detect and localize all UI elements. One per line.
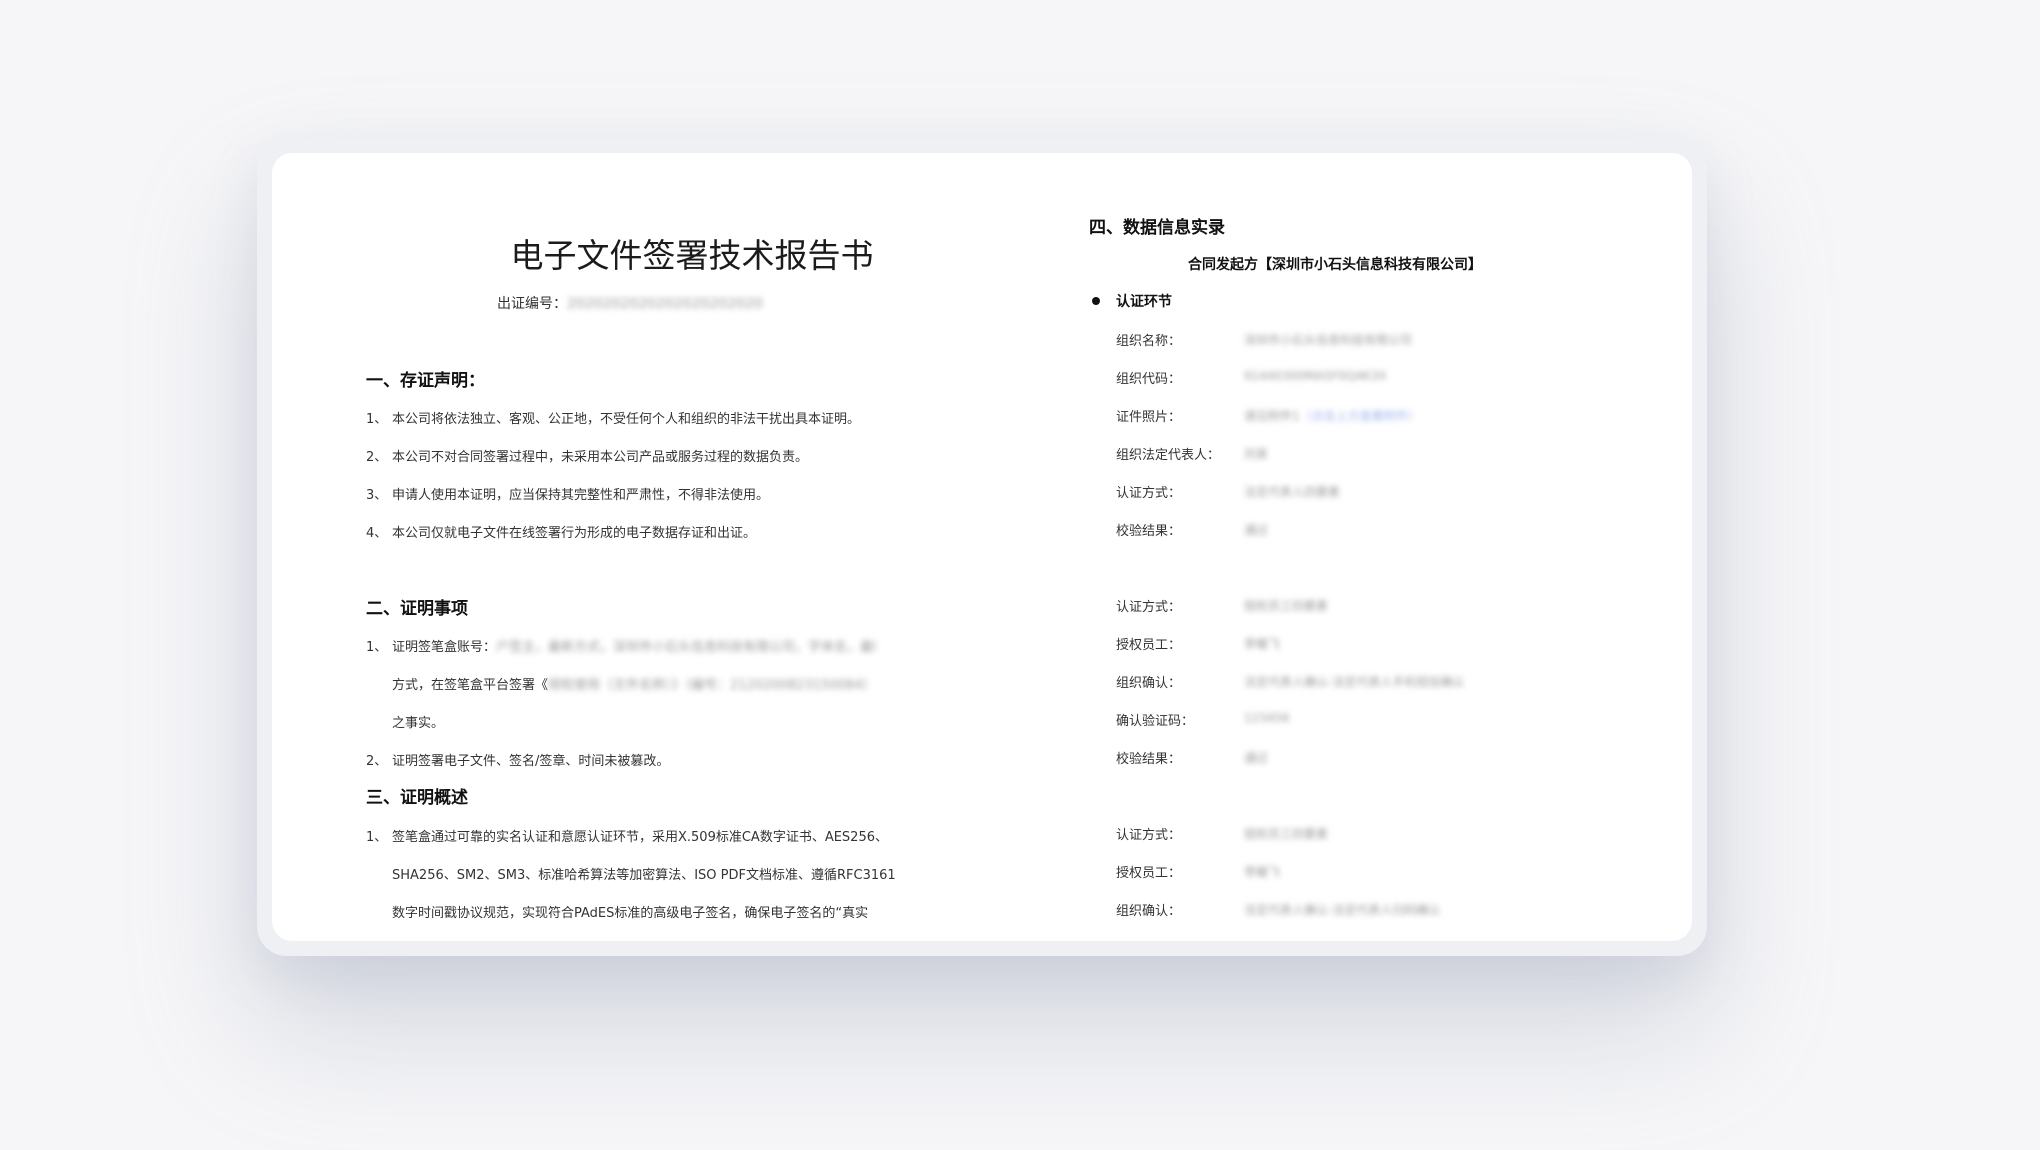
list-item-continuation: 数字时间戳协议规范，实现符合PAdES标准的高级电子签名，确保电子签名的“真实 — [392, 906, 869, 921]
field-value: 法定代表人确认-法定代表人手机短信确认 — [1244, 675, 1465, 689]
report-title: 电子文件签署技术报告书 — [510, 236, 874, 275]
field-label: 认证方式： — [1116, 600, 1182, 615]
field-label: 授权员工： — [1116, 638, 1182, 653]
field-label: 组织代码： — [1116, 372, 1182, 387]
field-value: 123456 — [1244, 711, 1290, 725]
bullet-dot — [1092, 297, 1100, 305]
list-item-text: 本公司将依法独立、客观、公正地，不受任何个人和组织的非法干扰出具本证明。 — [392, 412, 861, 427]
field-value: 刘某 — [1244, 447, 1269, 461]
field-value: 李耀飞 — [1244, 637, 1281, 651]
section-matters-title: 二、证明事项 — [366, 599, 468, 619]
field-value: 91440300MA5F0Q4K3X — [1244, 369, 1387, 383]
list-item-text: 本公司不对合同签署过程中，未采用本公司产品或服务过程的数据负责。 — [392, 450, 809, 465]
certificate-number: 出证编号：2020202020202020202020 — [497, 293, 763, 313]
redacted-account: 户签主，最新方式，深圳市小石头信息科技有限公司，字体名，最新 — [496, 640, 877, 655]
list-item-text: 签笔盒通过可靠的实名认证和意愿认证环节，采用X.509标准CA数字证书、AES2… — [392, 830, 888, 845]
field-value: 授权员工四要素 — [1244, 827, 1329, 841]
field-label: 认证方式： — [1116, 828, 1182, 843]
field-label: 证件照片： — [1116, 410, 1182, 425]
attachment-reference: 请见附件1 — [1244, 409, 1300, 423]
field-value: 通过 — [1244, 751, 1269, 765]
field-label: 组织法定代表人： — [1116, 448, 1221, 463]
field-label: 确认验证码： — [1116, 714, 1195, 729]
field-value: 请见附件1（点击上方查看附件） — [1244, 407, 1420, 424]
field-label: 授权员工： — [1116, 866, 1182, 881]
document-card: 电子文件签署技术报告书 出证编号：2020202020202020202020 … — [272, 153, 1692, 941]
list-item-text: 本公司仅就电子文件在线签署行为形成的电子数据存证和出证。 — [392, 526, 757, 541]
list-item-continuation: 之事实。 — [392, 716, 445, 731]
list-item-number: 3、 — [366, 488, 388, 503]
list-item-number: 2、 — [366, 754, 388, 769]
list-item-text: 证明签笔盒账号：户签主，最新方式，深圳市小石头信息科技有限公司，字体名，最新 — [392, 636, 876, 655]
account-label: 证明签笔盒账号： — [392, 640, 497, 655]
field-label: 组织确认： — [1116, 904, 1182, 919]
certificate-number-value: 2020202020202020202020 — [567, 296, 763, 312]
section-overview-title: 三、证明概述 — [366, 788, 468, 808]
list-item-number: 4、 — [366, 526, 388, 541]
section-data-record-title: 四、数据信息实录 — [1089, 218, 1225, 238]
field-value: 授权员工四要素 — [1244, 599, 1329, 613]
field-label: 认证方式： — [1116, 486, 1182, 501]
list-item-number: 2、 — [366, 450, 388, 465]
field-label: 校验结果： — [1116, 752, 1182, 767]
section-statement-title: 一、存证声明： — [366, 371, 485, 391]
field-value: 通过 — [1244, 523, 1269, 537]
field-value: 深圳市小石头信息科技有限公司 — [1244, 333, 1413, 347]
list-item-text: 证明签署电子文件、签名/签章、时间未被篡改。 — [392, 754, 670, 769]
field-value: 李耀飞 — [1244, 865, 1281, 879]
field-label: 组织确认： — [1116, 676, 1182, 691]
list-item-number: 1、 — [366, 412, 388, 427]
list-item-continuation: 方式，在签笔盒平台签署《授权使用（文件名称）》（编号：2120200823150… — [392, 674, 898, 693]
field-value: 法定代表人四要素 — [1244, 485, 1341, 499]
list-item-continuation: SHA256、SM2、SM3、标准哈希算法等加密算法、ISO PDF文档标准、遵… — [392, 868, 896, 883]
field-label: 校验结果： — [1116, 524, 1182, 539]
redacted-document-name: 授权使用（文件名称）》（编号：2120200823150084） — [548, 678, 876, 693]
list-item-text: 申请人使用本证明，应当保持其完整性和严肃性，不得非法使用。 — [392, 488, 770, 503]
field-value: 法定代表人确认-法定代表人扫码确认 — [1244, 903, 1441, 917]
attachment-link[interactable]: （点击上方查看附件） — [1300, 409, 1420, 423]
list-item-number: 1、 — [366, 640, 388, 655]
sign-method-text: 方式，在签笔盒平台签署《 — [392, 678, 549, 693]
field-label: 组织名称： — [1116, 334, 1182, 349]
contract-initiator-title: 合同发起方【深圳市小石头信息科技有限公司】 — [1188, 257, 1482, 273]
auth-section-title: 认证环节 — [1116, 294, 1172, 310]
list-item-number: 1、 — [366, 830, 388, 845]
certificate-number-label: 出证编号： — [497, 296, 567, 312]
